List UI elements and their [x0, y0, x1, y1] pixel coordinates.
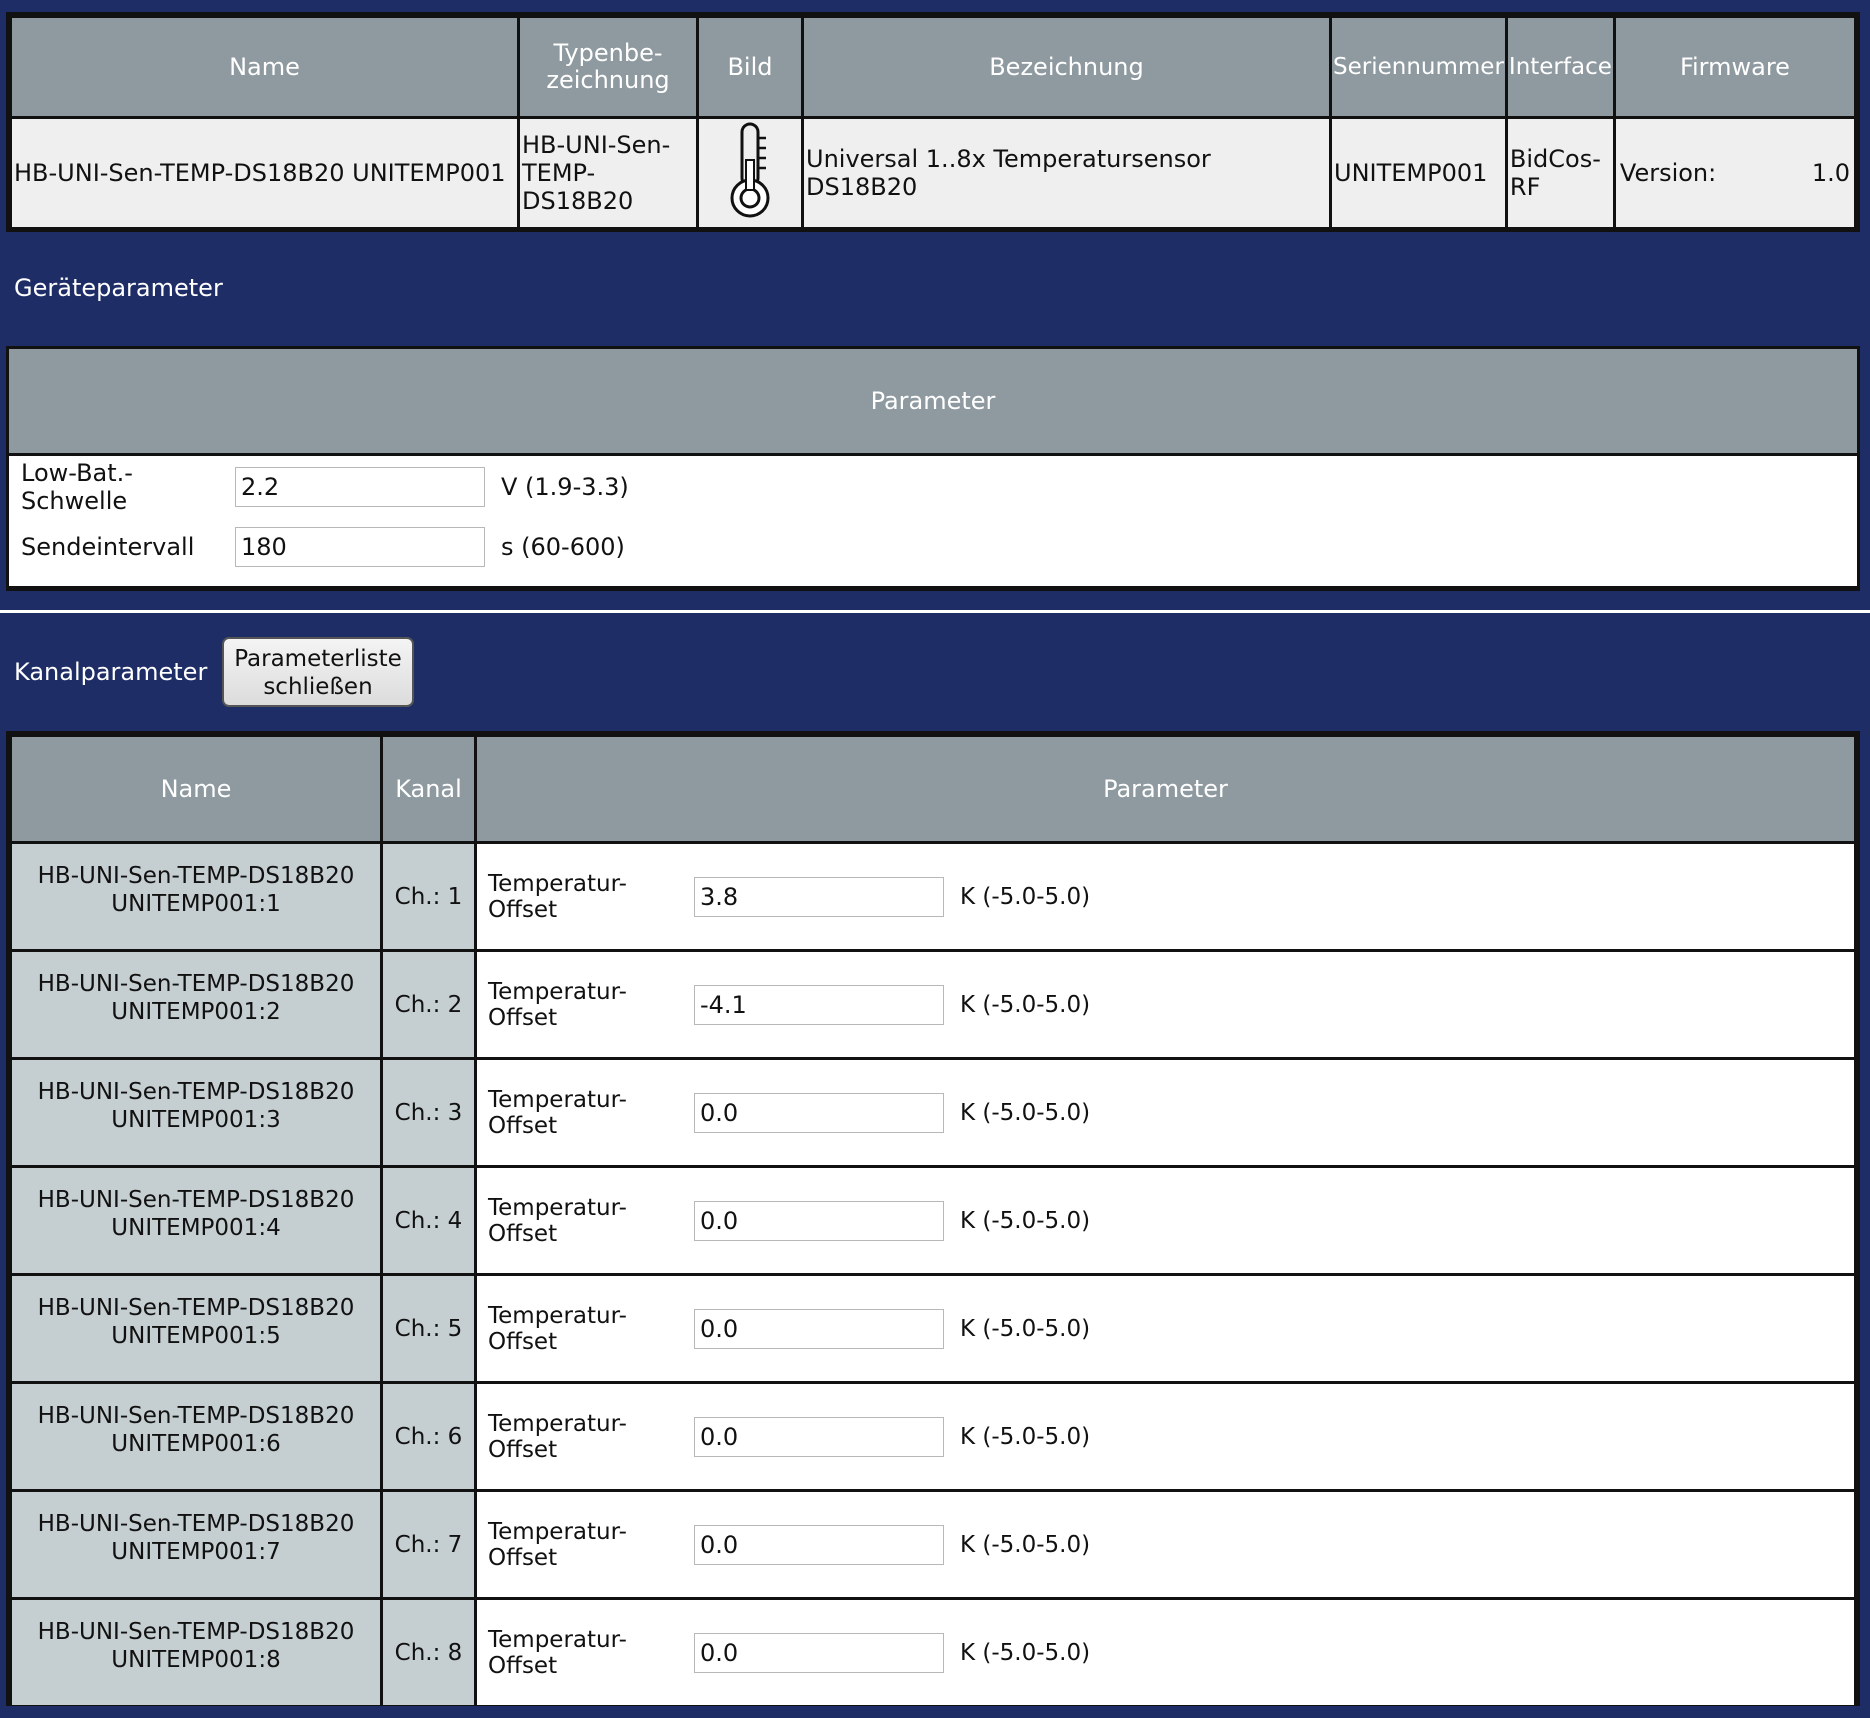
channel-row-8: HB-UNI-Sen-TEMP-DS18B20 UNITEMP001:8 Ch.…: [12, 1600, 1854, 1705]
channel-name: HB-UNI-Sen-TEMP-DS18B20 UNITEMP001:2: [12, 952, 380, 1057]
sendinterval-input[interactable]: [235, 527, 485, 567]
firmware-value: 1.0: [1811, 159, 1850, 187]
device-name: HB-UNI-Sen-TEMP-DS18B20 UNITEMP001: [12, 119, 517, 227]
close-parameter-list-button[interactable]: Parameterliste schließen: [222, 637, 414, 707]
channel-name: HB-UNI-Sen-TEMP-DS18B20 UNITEMP001:7: [12, 1492, 380, 1597]
header-type: Typenbe- zeichnung: [520, 18, 696, 116]
channel-name: HB-UNI-Sen-TEMP-DS18B20 UNITEMP001:6: [12, 1384, 380, 1489]
channel-params-title: Kanalparameter: [14, 658, 208, 686]
channel-number: Ch.: 4: [383, 1168, 474, 1273]
section-divider: [0, 610, 1870, 613]
header-interface: Interface: [1507, 18, 1613, 116]
temperature-offset-unit: K (-5.0-5.0): [960, 1207, 1091, 1234]
channel-number: Ch.: 5: [383, 1276, 474, 1381]
sendinterval-label: Sendeintervall: [21, 533, 195, 561]
device-info-table: Name Typenbe- zeichnung Bild Bezeichnung…: [6, 12, 1860, 232]
channel-parameter: Temperatur-Offset K (-5.0-5.0): [477, 1060, 1854, 1165]
channel-row-1: HB-UNI-Sen-TEMP-DS18B20 UNITEMP001:1 Ch.…: [12, 844, 1854, 949]
header-serial: Seriennummer: [1332, 18, 1505, 116]
temperature-offset-unit: K (-5.0-5.0): [960, 1531, 1091, 1558]
header-firmware: Firmware: [1615, 18, 1854, 116]
channel-number: Ch.: 2: [383, 952, 474, 1057]
thermometer-icon: [724, 122, 776, 226]
channel-parameter: Temperatur-Offset K (-5.0-5.0): [477, 952, 1854, 1057]
temperature-offset-input[interactable]: [694, 1092, 944, 1133]
device-serial: UNITEMP001: [1332, 119, 1505, 227]
channel-number: Ch.: 7: [383, 1492, 474, 1597]
ch-header-name: Name: [12, 737, 380, 841]
temperature-offset-unit: K (-5.0-5.0): [960, 1099, 1091, 1126]
header-name: Name: [12, 18, 517, 116]
channel-number: Ch.: 3: [383, 1060, 474, 1165]
device-interface: BidCos- RF: [1507, 119, 1613, 227]
header-image: Bild: [699, 18, 801, 116]
channel-params-table: Name Kanal Parameter HB-UNI-Sen-TEMP-DS1…: [6, 731, 1860, 1706]
temperature-offset-label: Temperatur-Offset: [488, 978, 627, 1031]
temperature-offset-unit: K (-5.0-5.0): [960, 1423, 1091, 1450]
temperature-offset-label: Temperatur-Offset: [488, 1086, 627, 1139]
device-params-header: Parameter: [9, 349, 1857, 453]
device-image: [699, 119, 801, 227]
temperature-offset-unit: K (-5.0-5.0): [960, 883, 1091, 910]
temperature-offset-label: Temperatur-Offset: [488, 870, 627, 923]
lowbat-label: Low-Bat.-Schwelle: [21, 459, 133, 515]
ch-header-channel: Kanal: [383, 737, 474, 841]
temperature-offset-input[interactable]: [694, 1416, 944, 1457]
channel-name: HB-UNI-Sen-TEMP-DS18B20 UNITEMP001:8: [12, 1600, 380, 1705]
device-params-title: Geräteparameter: [14, 274, 223, 302]
channel-name: HB-UNI-Sen-TEMP-DS18B20 UNITEMP001:1: [12, 844, 380, 949]
device-firmware: Version: 1.0: [1615, 119, 1854, 227]
channel-row-6: HB-UNI-Sen-TEMP-DS18B20 UNITEMP001:6 Ch.…: [12, 1384, 1854, 1489]
temperature-offset-input[interactable]: [694, 1524, 944, 1565]
temperature-offset-label: Temperatur-Offset: [488, 1194, 627, 1247]
channel-row-4: HB-UNI-Sen-TEMP-DS18B20 UNITEMP001:4 Ch.…: [12, 1168, 1854, 1273]
temperature-offset-label: Temperatur-Offset: [488, 1410, 627, 1463]
temperature-offset-input[interactable]: [694, 1632, 944, 1673]
param-row-sendinterval: Sendeintervall s (60-600): [21, 525, 625, 569]
channel-number: Ch.: 8: [383, 1600, 474, 1705]
channel-parameter: Temperatur-Offset K (-5.0-5.0): [477, 1492, 1854, 1597]
channel-parameter: Temperatur-Offset K (-5.0-5.0): [477, 1276, 1854, 1381]
device-type: HB-UNI-Sen- TEMP-DS18B20: [520, 119, 696, 227]
sendinterval-unit: s (60-600): [501, 533, 625, 561]
channel-name: HB-UNI-Sen-TEMP-DS18B20 UNITEMP001:3: [12, 1060, 380, 1165]
channel-number: Ch.: 6: [383, 1384, 474, 1489]
temperature-offset-input[interactable]: [694, 876, 944, 917]
ch-header-parameter: Parameter: [477, 737, 1854, 841]
channel-row-2: HB-UNI-Sen-TEMP-DS18B20 UNITEMP001:2 Ch.…: [12, 952, 1854, 1057]
temperature-offset-label: Temperatur-Offset: [488, 1302, 627, 1355]
temperature-offset-unit: K (-5.0-5.0): [960, 1639, 1091, 1666]
channel-row-7: HB-UNI-Sen-TEMP-DS18B20 UNITEMP001:7 Ch.…: [12, 1492, 1854, 1597]
temperature-offset-input[interactable]: [694, 984, 944, 1025]
channel-parameter: Temperatur-Offset K (-5.0-5.0): [477, 1168, 1854, 1273]
header-description: Bezeichnung: [804, 18, 1329, 116]
channel-row-3: HB-UNI-Sen-TEMP-DS18B20 UNITEMP001:3 Ch.…: [12, 1060, 1854, 1165]
temperature-offset-unit: K (-5.0-5.0): [960, 1315, 1091, 1342]
param-row-lowbat: Low-Bat.-Schwelle V (1.9-3.3): [21, 459, 629, 515]
temperature-offset-label: Temperatur-Offset: [488, 1518, 627, 1571]
channel-name: HB-UNI-Sen-TEMP-DS18B20 UNITEMP001:4: [12, 1168, 380, 1273]
firmware-label: Version:: [1619, 159, 1717, 187]
temperature-offset-input[interactable]: [694, 1308, 944, 1349]
temperature-offset-input[interactable]: [694, 1200, 944, 1241]
temperature-offset-label: Temperatur-Offset: [488, 1626, 627, 1679]
temperature-offset-unit: K (-5.0-5.0): [960, 991, 1091, 1018]
device-description: Universal 1..8x Temperatursensor DS18B20: [804, 119, 1329, 227]
channel-parameter: Temperatur-Offset K (-5.0-5.0): [477, 1600, 1854, 1705]
channel-row-5: HB-UNI-Sen-TEMP-DS18B20 UNITEMP001:5 Ch.…: [12, 1276, 1854, 1381]
channel-name: HB-UNI-Sen-TEMP-DS18B20 UNITEMP001:5: [12, 1276, 380, 1381]
channel-number: Ch.: 1: [383, 844, 474, 949]
lowbat-unit: V (1.9-3.3): [501, 473, 629, 501]
lowbat-input[interactable]: [235, 467, 485, 507]
channel-parameter: Temperatur-Offset K (-5.0-5.0): [477, 1384, 1854, 1489]
channel-parameter: Temperatur-Offset K (-5.0-5.0): [477, 844, 1854, 949]
device-params-panel: Parameter Low-Bat.-Schwelle V (1.9-3.3) …: [6, 346, 1860, 591]
